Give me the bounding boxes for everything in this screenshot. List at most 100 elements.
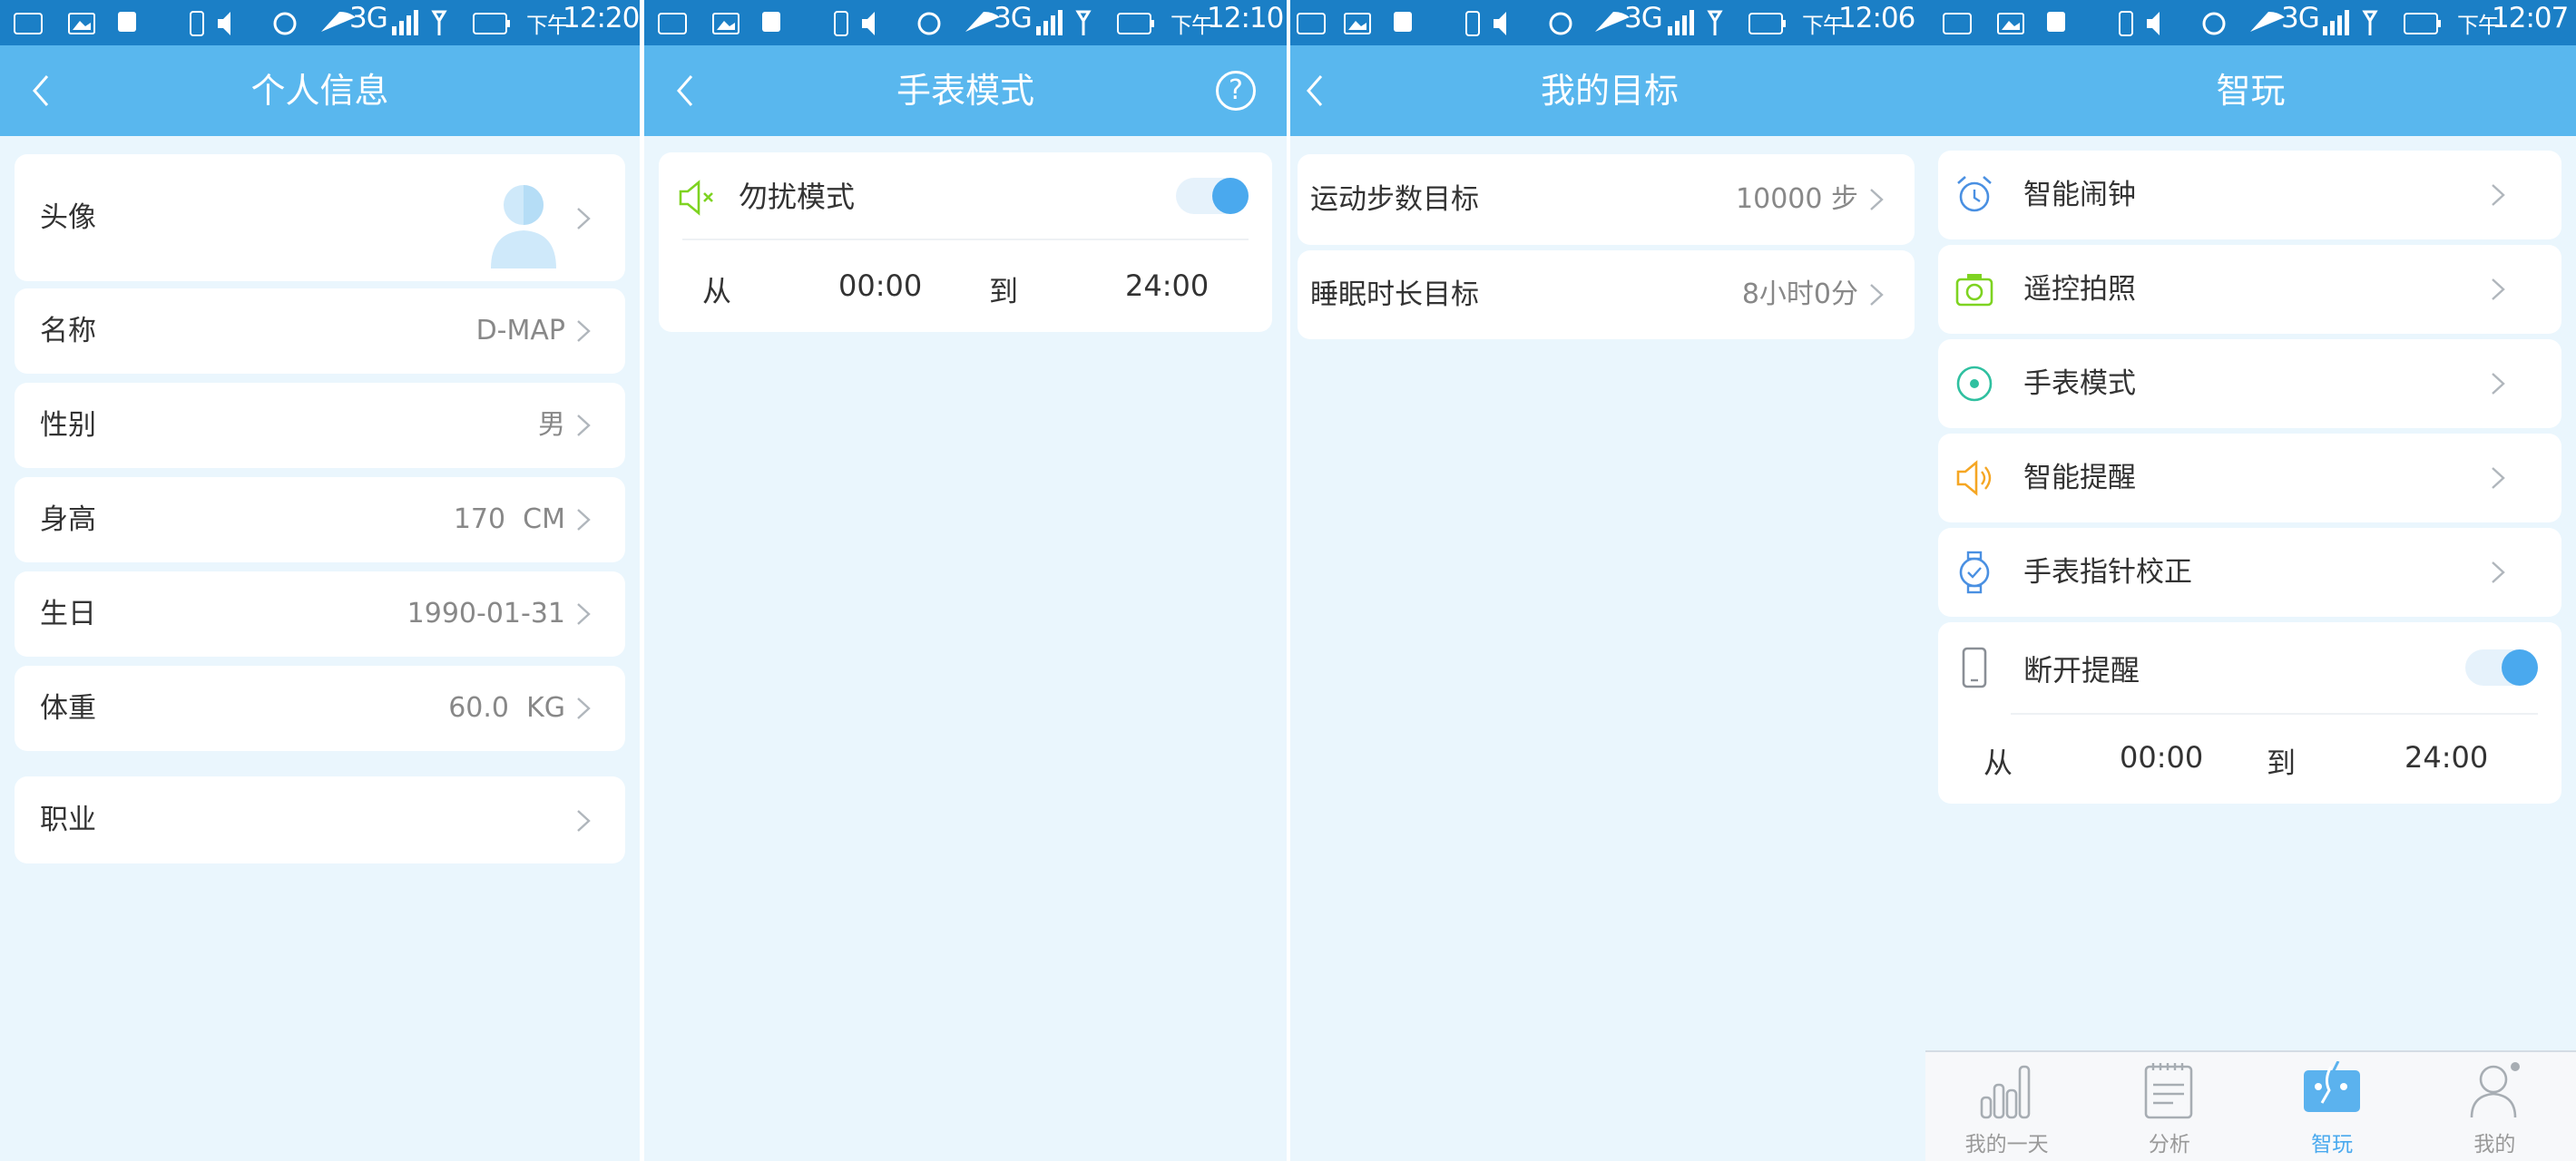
row-label: 头像 <box>40 201 96 234</box>
nav-bar: 个人信息 <box>0 45 640 136</box>
watch-mode-screen: 3G 下午 12:10 手表模式 ? 勿扰模式 从 00:00 到 24:00 <box>644 0 1287 1161</box>
birthday-row[interactable]: 生日 1990-01-31 <box>15 571 625 657</box>
status-bar: 3G 下午 12:20 <box>0 0 640 45</box>
chevron-right-icon <box>577 208 591 229</box>
row-value: 170 CM <box>453 503 565 535</box>
battery-icon <box>2404 13 2441 34</box>
row-label: 体重 <box>40 692 96 725</box>
to-label: 到 <box>2267 746 2297 780</box>
from-time[interactable]: 00:00 <box>838 268 922 303</box>
status-time: 12:20 <box>563 2 640 34</box>
weight-row[interactable]: 体重 60.0 KG <box>15 666 625 751</box>
chevron-right-icon <box>577 698 591 719</box>
tab-label: 我的 <box>2473 1133 2516 1156</box>
row-value: 1990-01-31 <box>406 598 565 629</box>
bar-chart-icon <box>1980 1065 2031 1119</box>
gender-row[interactable]: 性别 男 <box>15 383 625 468</box>
dnd-card: 勿扰模式 从 00:00 到 24:00 <box>659 152 1272 332</box>
occupation-row[interactable]: 职业 <box>15 776 625 863</box>
tab-my-day[interactable]: 我的一天 <box>1925 1052 2088 1161</box>
row-label: 名称 <box>40 315 96 347</box>
sleep-goal-row[interactable]: 睡眠时长目标 8小时0分 <box>1298 250 1915 339</box>
status-icons <box>658 11 1000 36</box>
tab-smart-play[interactable]: 智玩 <box>2251 1052 2414 1161</box>
goals-screen: 3G 下午 12:06 我的目标 运动步数目标 10000 步 睡眠时长目标 8… <box>1290 0 1929 1161</box>
page-title: 个人信息 <box>250 71 389 111</box>
screenshot-collage: { "statusbars":[ {"battery":"87","time_p… <box>0 0 2576 1161</box>
help-icon[interactable]: ? <box>1216 71 1256 111</box>
nav-bar: 手表模式 ? <box>644 45 1287 136</box>
to-time[interactable]: 24:00 <box>1125 268 1209 303</box>
row-value: 男 <box>538 409 565 441</box>
nav-bar: 我的目标 <box>1290 45 1929 136</box>
tab-label: 我的一天 <box>1964 1133 2049 1156</box>
disconnect-toggle[interactable] <box>2465 649 2538 686</box>
network-label: 3G <box>2281 2 2320 34</box>
chevron-right-icon <box>2492 467 2505 489</box>
from-label: 从 <box>702 274 732 308</box>
row-label: 职业 <box>40 804 96 836</box>
status-bar: 3G 下午 12:07 <box>1925 0 2576 45</box>
tab-mine[interactable]: 我的 <box>2414 1052 2576 1161</box>
dnd-toggle[interactable] <box>1176 178 1249 214</box>
watch-mode-row[interactable]: 手表模式 <box>1938 339 2561 428</box>
status-icons <box>14 11 356 36</box>
status-icons <box>1297 11 1630 36</box>
height-row[interactable]: 身高 170 CM <box>15 477 625 562</box>
chevron-right-icon <box>1870 189 1884 210</box>
status-time: 12:06 <box>1838 2 1915 34</box>
disconnect-card: 断开提醒 从 00:00 到 24:00 <box>1938 622 2561 804</box>
smart-reminder-row[interactable]: 智能提醒 <box>1938 434 2561 522</box>
network-label: 3G <box>994 2 1033 34</box>
row-label: 运动步数目标 <box>1310 183 1479 216</box>
from-label: 从 <box>1983 746 2013 780</box>
speaker-icon <box>1956 460 1992 496</box>
profile-screen: 3G 下午 12:20 个人信息 头像 名称 D-MAP 性别 男 身高 170… <box>0 0 640 1161</box>
smart-alarm-row[interactable]: 智能闹钟 <box>1938 151 2561 239</box>
signal-icon <box>1036 10 1092 35</box>
page-title: 手表模式 <box>896 71 1034 111</box>
tab-label: 分析 <box>2148 1133 2190 1156</box>
chevron-right-icon <box>2492 373 2505 395</box>
name-row[interactable]: 名称 D-MAP <box>15 288 625 374</box>
chevron-right-icon <box>577 320 591 342</box>
row-label: 手表指针校正 <box>2023 556 2192 589</box>
disconnect-label: 断开提醒 <box>2023 653 2140 688</box>
dnd-label: 勿扰模式 <box>739 180 856 214</box>
chevron-right-icon <box>577 509 591 531</box>
network-label: 3G <box>349 2 388 34</box>
status-bar: 3G 下午 12:10 <box>644 0 1287 45</box>
chevron-right-icon <box>577 810 591 832</box>
battery-icon <box>1748 13 1786 34</box>
avatar-row[interactable]: 头像 <box>15 154 625 281</box>
row-label: 睡眠时长目标 <box>1310 278 1479 311</box>
signal-icon <box>1668 10 1723 35</box>
alarm-clock-icon <box>1957 176 1992 212</box>
to-time[interactable]: 24:00 <box>2405 740 2488 775</box>
row-label: 智能提醒 <box>2023 462 2136 494</box>
steps-goal-row[interactable]: 运动步数目标 10000 步 <box>1298 154 1915 245</box>
bottom-tab-bar: 我的一天 分析 智玩 我的 <box>1925 1050 2576 1161</box>
signal-icon <box>2323 10 2378 35</box>
person-icon <box>2470 1062 2520 1118</box>
chevron-right-icon <box>2492 561 2505 583</box>
chevron-right-icon <box>577 415 591 436</box>
from-time[interactable]: 00:00 <box>2120 740 2203 775</box>
hand-calibration-row[interactable]: 手表指针校正 <box>1938 528 2561 617</box>
row-value: 8小时0分 <box>1741 278 1858 310</box>
battery-icon <box>1117 13 1154 34</box>
row-label: 智能闹钟 <box>2023 179 2136 211</box>
row-label: 遥控拍照 <box>2023 273 2136 306</box>
row-label: 性别 <box>40 409 96 442</box>
chevron-right-icon <box>2492 278 2505 300</box>
page-title: 智玩 <box>2216 71 2286 111</box>
row-value: 10000 步 <box>1736 183 1858 215</box>
tab-analysis[interactable]: 分析 <box>2088 1052 2250 1161</box>
watch-mode-icon <box>1956 366 1993 402</box>
row-label: 身高 <box>40 503 96 536</box>
remote-camera-row[interactable]: 遥控拍照 <box>1938 245 2561 334</box>
chevron-right-icon <box>1870 284 1884 306</box>
tab-label: 智玩 <box>2311 1133 2354 1156</box>
network-label: 3G <box>1624 2 1663 34</box>
divider <box>2011 713 2538 715</box>
